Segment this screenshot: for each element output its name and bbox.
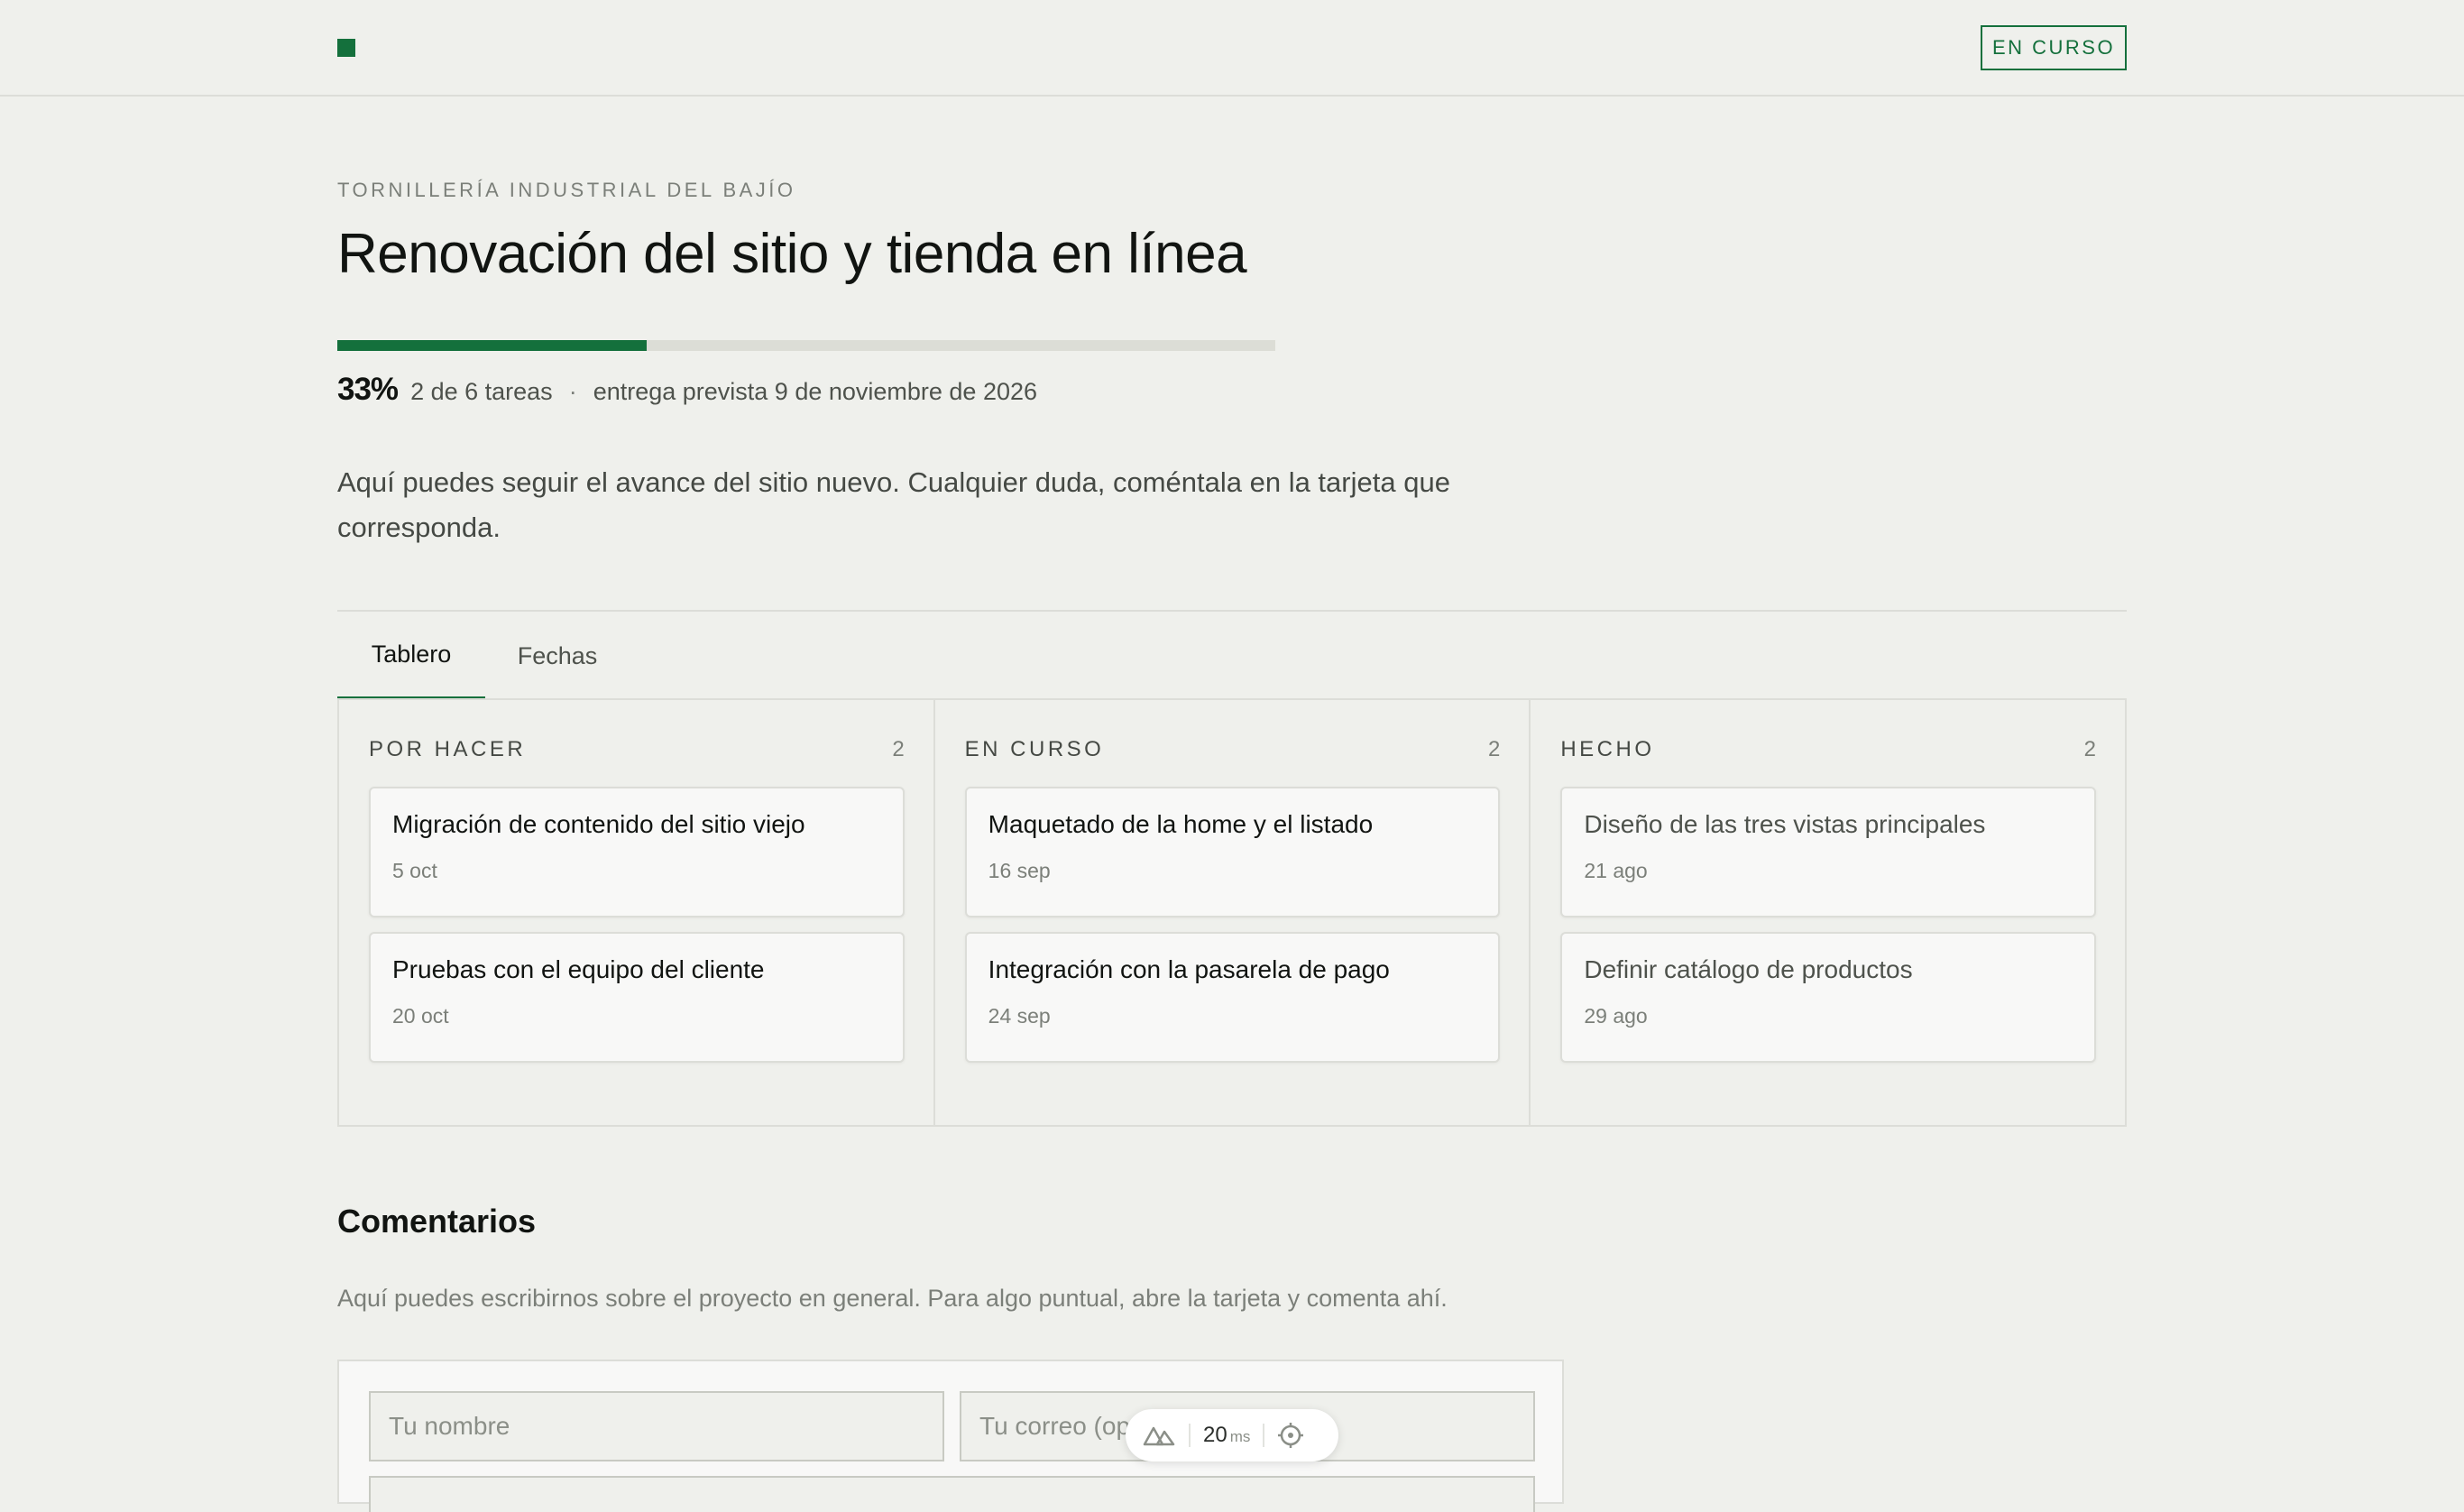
brand-logo-square[interactable] [337,39,355,57]
column-title: HECHO [1560,737,1655,761]
tasks-count: 2 de 6 tareas [410,378,553,405]
comments-description: Aquí puedes escribirnos sobre el proyect… [337,1285,1448,1312]
nuxt-logo-icon[interactable] [1142,1424,1176,1447]
render-time-value: 20 [1203,1423,1227,1447]
progress-percent: 33% [337,372,399,407]
view-tabs: Tablero Fechas [337,610,2127,700]
intro-text: Aquí puedes seguir el avance del sitio n… [337,466,1450,543]
column-header: HECHO 2 [1560,736,2096,763]
task-card-date: 5 oct [392,859,437,882]
render-time-unit: ms [1229,1428,1251,1445]
task-card-title: Diseño de las tres vistas principales [1584,810,1986,838]
task-card[interactable]: Integración con la pasarela de pago 24 s… [964,932,1501,1063]
divider [1263,1424,1265,1447]
task-card[interactable]: Migración de contenido del sitio viejo 5… [369,787,905,917]
task-card-title: Migración de contenido del sitio viejo [392,810,805,838]
comment-textarea[interactable] [369,1476,1535,1512]
dev-toolbar: 20 ms [1126,1409,1338,1461]
task-card-date: 29 ago [1584,1004,1648,1028]
name-input[interactable] [369,1391,944,1461]
tab-fechas[interactable]: Fechas [485,612,630,700]
column-title: EN CURSO [964,737,1105,761]
client-name: TORNILLERÍA INDUSTRIAL DEL BAJÍO [337,179,796,201]
due-date: entrega prevista 9 de noviembre de 2026 [593,378,1038,405]
project-status-badge: EN CURSO [1981,25,2127,70]
crosshair-icon[interactable] [1277,1422,1304,1449]
task-card-date: 16 sep [988,859,1051,882]
task-card-title: Integración con la pasarela de pago [988,955,1390,983]
task-card-date: 21 ago [1584,859,1648,882]
project-title: Renovación del sitio y tienda en línea [337,223,1247,285]
task-card-date: 24 sep [988,1004,1051,1028]
divider [1189,1424,1191,1447]
task-card[interactable]: Definir catálogo de productos 29 ago [1560,932,2097,1063]
task-card-title: Maquetado de la home y el listado [988,810,1374,838]
column-header: EN CURSO 2 [965,736,1501,763]
tab-tablero[interactable]: Tablero [337,612,485,700]
column-count: 2 [892,737,905,761]
column-title: POR HACER [369,737,527,761]
progress-bar [337,340,1275,351]
column-por-hacer: POR HACER 2 Migración de contenido del s… [339,700,935,1125]
task-card-title: Definir catálogo de productos [1584,955,1913,983]
column-hecho: HECHO 2 Diseño de las tres vistas princi… [1531,700,2125,1125]
progress-summary: 33% 2 de 6 tareas · entrega prevista 9 d… [337,372,1037,408]
top-bar: EN CURSO [0,0,2464,97]
column-en-curso: EN CURSO 2 Maquetado de la home y el lis… [935,700,1531,1125]
meta-separator: · [568,378,577,405]
comments-heading: Comentarios [337,1203,537,1240]
column-count: 2 [2083,737,2097,761]
progress-bar-fill [337,340,648,351]
kanban-board: POR HACER 2 Migración de contenido del s… [337,698,2127,1127]
column-count: 2 [1487,737,1501,761]
task-card-date: 20 oct [392,1004,449,1028]
comment-form [337,1360,1564,1512]
render-time: 20 ms [1203,1423,1250,1448]
task-card[interactable]: Maquetado de la home y el listado 16 sep [964,787,1501,917]
column-header: POR HACER 2 [369,736,905,763]
task-card-title: Pruebas con el equipo del cliente [392,955,765,983]
task-card[interactable]: Diseño de las tres vistas principales 21… [1560,787,2097,917]
task-card[interactable]: Pruebas con el equipo del cliente 20 oct [369,932,905,1063]
